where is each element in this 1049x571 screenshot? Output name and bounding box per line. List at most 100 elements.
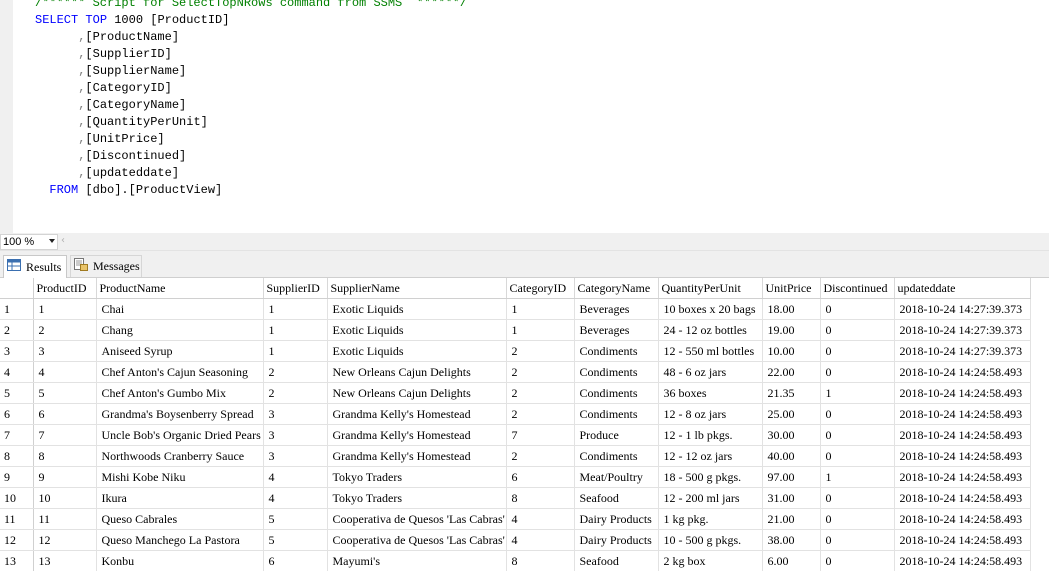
grid-cell[interactable]: Northwoods Cranberry Sauce [96,445,264,467]
grid-cell[interactable]: Condiments [574,403,659,425]
grid-cell[interactable]: 0 [820,487,895,509]
grid-cell[interactable]: Queso Cabrales [96,508,264,530]
grid-cell[interactable]: 1 [33,298,97,320]
grid-cell[interactable]: Mishi Kobe Niku [96,466,264,488]
grid-cell[interactable]: 2018-10-24 14:24:58.493 [894,403,1031,425]
grid-cell[interactable]: 48 - 6 oz jars [658,361,763,383]
grid-cell[interactable]: 3 [263,424,328,446]
grid-cell[interactable]: Beverages [574,319,659,341]
row-number[interactable]: 13 [0,550,34,571]
grid-cell[interactable]: Dairy Products [574,529,659,551]
grid-cell[interactable]: 2 [33,319,97,341]
table-row[interactable]: 7 7 Uncle Bob's Organic Dried Pears 3 Grandm… [0,424,1031,446]
grid-cell[interactable]: 12 - 1 lb pkgs. [658,424,763,446]
grid-cell[interactable]: 21.35 [762,382,821,404]
grid-cell[interactable]: Condiments [574,382,659,404]
grid-cell[interactable]: 0 [820,361,895,383]
grid-cell[interactable]: 38.00 [762,529,821,551]
grid-cell[interactable]: 2 kg box [658,550,763,571]
column-header[interactable]: UnitPrice [762,278,821,299]
column-header[interactable]: ProductID [33,278,97,299]
table-row[interactable]: 9 9 Mishi Kobe Niku 4 Tokyo Traders 6 Meat/Pou… [0,466,1031,488]
row-number[interactable]: 12 [0,529,34,551]
grid-cell[interactable]: 0 [820,424,895,446]
grid-cell[interactable]: Ikura [96,487,264,509]
tab-results[interactable]: Results [3,255,67,278]
grid-cell[interactable]: 6 [33,403,97,425]
grid-cell[interactable]: 5 [263,508,328,530]
grid-cell[interactable]: Produce [574,424,659,446]
grid-cell[interactable]: 2 [506,382,575,404]
grid-cell[interactable]: 0 [820,445,895,467]
row-number[interactable]: 10 [0,487,34,509]
row-number[interactable]: 6 [0,403,34,425]
tab-messages[interactable]: Messages [70,255,142,277]
grid-cell[interactable]: Dairy Products [574,508,659,530]
grid-cell[interactable]: 0 [820,529,895,551]
grid-cell[interactable]: 6.00 [762,550,821,571]
grid-cell[interactable]: 7 [506,424,575,446]
grid-cell[interactable]: 10 - 500 g pkgs. [658,529,763,551]
row-number[interactable]: 9 [0,466,34,488]
grid-cell[interactable]: 1 kg pkg. [658,508,763,530]
grid-cell[interactable]: 5 [33,382,97,404]
scroll-left-icon[interactable]: ‹ [61,235,65,246]
grid-cell[interactable]: 2 [263,361,328,383]
grid-cell[interactable]: 8 [506,550,575,571]
grid-cell[interactable]: 25.00 [762,403,821,425]
grid-cell[interactable]: Chang [96,319,264,341]
grid-cell[interactable]: 2018-10-24 14:24:58.493 [894,487,1031,509]
grid-cell[interactable]: Condiments [574,445,659,467]
column-header[interactable]: ProductName [96,278,264,299]
table-row[interactable]: 4 4 Chef Anton's Cajun Seasoning 2 New Orlea… [0,361,1031,383]
column-header[interactable]: Discontinued [820,278,895,299]
grid-cell[interactable]: 5 [263,529,328,551]
grid-cell[interactable]: 4 [263,487,328,509]
grid-cell[interactable]: 2018-10-24 14:24:58.493 [894,445,1031,467]
grid-cell[interactable]: 6 [263,550,328,571]
row-number[interactable]: 3 [0,340,34,362]
grid-cell[interactable]: 12 - 12 oz jars [658,445,763,467]
grid-cell[interactable]: 2018-10-24 14:24:58.493 [894,508,1031,530]
grid-corner[interactable] [0,278,34,299]
grid-cell[interactable]: 3 [263,403,328,425]
grid-cell[interactable]: 10 boxes x 20 bags [658,298,763,320]
grid-cell[interactable]: 0 [820,340,895,362]
grid-cell[interactable]: 18 - 500 g pkgs. [658,466,763,488]
grid-cell[interactable]: 10 [33,487,97,509]
grid-cell[interactable]: 18.00 [762,298,821,320]
grid-cell[interactable]: 7 [33,424,97,446]
grid-cell[interactable]: 4 [506,529,575,551]
grid-cell[interactable]: 22.00 [762,361,821,383]
column-header[interactable]: updateddate [894,278,1031,299]
grid-cell[interactable]: 0 [820,319,895,341]
query-editor[interactable]: /****** Script for SelectTopNRows comman… [0,0,1049,233]
grid-cell[interactable]: Exotic Liquids [327,298,507,320]
grid-cell[interactable]: Mayumi's [327,550,507,571]
grid-cell[interactable]: 30.00 [762,424,821,446]
table-row[interactable]: 8 8 Northwoods Cranberry Sauce 3 Grandma Kel… [0,445,1031,467]
row-number[interactable]: 8 [0,445,34,467]
zoom-dropdown[interactable]: 100 % [0,234,58,250]
table-row[interactable]: 6 6 Grandma's Boysenberry Spread 3 Grandma K… [0,403,1031,425]
grid-cell[interactable]: 2 [506,361,575,383]
chevron-down-icon[interactable] [49,239,55,243]
grid-cell[interactable]: 13 [33,550,97,571]
grid-cell[interactable]: 6 [506,466,575,488]
table-row[interactable]: 11 11 Queso Cabrales 5 Cooperativa de Quesos… [0,508,1031,530]
table-row[interactable]: 13 13 Konbu 6 Mayumi's 8 Seafood 2 kg box 6.00 0 2… [0,550,1031,571]
grid-cell[interactable]: New Orleans Cajun Delights [327,382,507,404]
row-number[interactable]: 1 [0,298,34,320]
grid-cell[interactable]: 8 [506,487,575,509]
column-header[interactable]: CategoryName [574,278,659,299]
grid-cell[interactable]: 1 [263,319,328,341]
grid-cell[interactable]: Condiments [574,340,659,362]
grid-cell[interactable]: 1 [506,319,575,341]
table-row[interactable]: 3 3 Aniseed Syrup 1 Exotic Liquids 2 Condiment… [0,340,1031,362]
row-number[interactable]: 2 [0,319,34,341]
sql-code[interactable]: /****** Script for SelectTopNRows comman… [35,0,467,199]
grid-cell[interactable]: Beverages [574,298,659,320]
row-number[interactable]: 5 [0,382,34,404]
table-row[interactable]: 5 5 Chef Anton's Gumbo Mix 2 New Orleans Caj… [0,382,1031,404]
grid-cell[interactable]: 2018-10-24 14:27:39.373 [894,298,1031,320]
